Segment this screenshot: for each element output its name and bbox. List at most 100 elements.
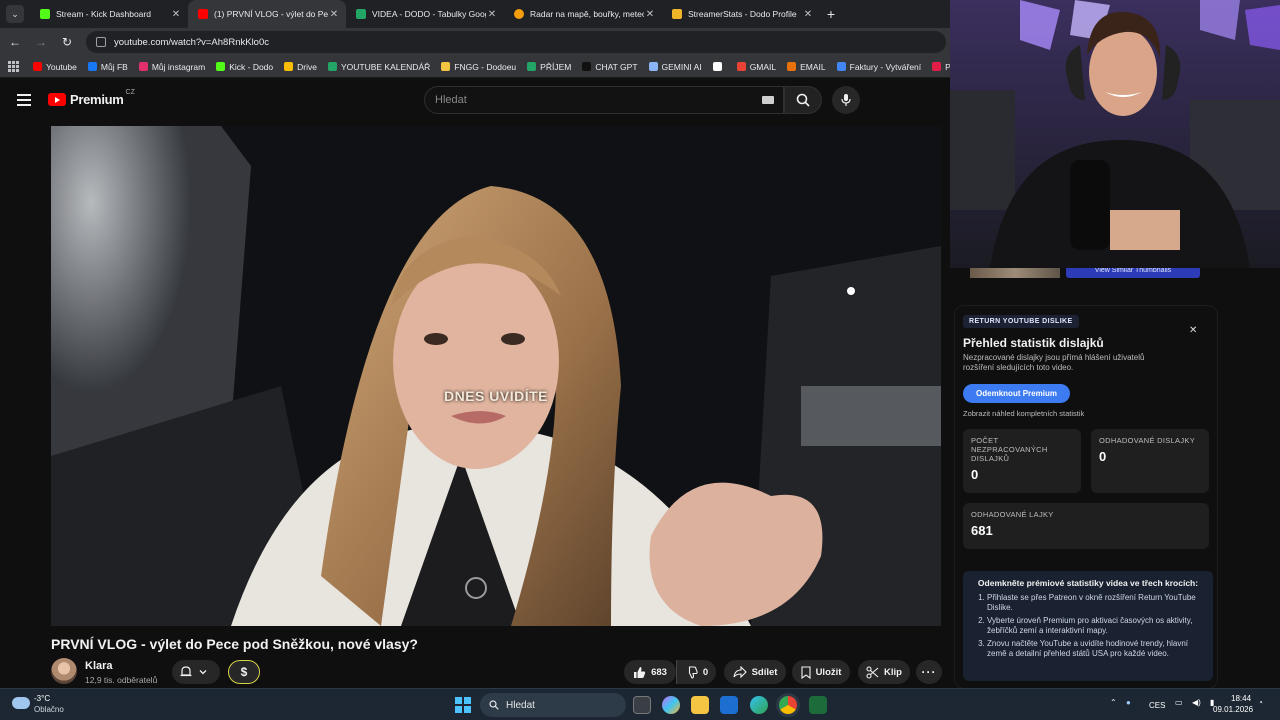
search-icon	[489, 700, 499, 710]
menu-icon[interactable]	[17, 94, 31, 109]
tab-videa-sheets[interactable]: VIDEA - DODO - Tabulky Goog ✕	[346, 0, 504, 28]
search-icon	[796, 93, 810, 107]
thumbnail-strip[interactable]	[970, 268, 1060, 278]
bookmark-item[interactable]: Faktury - Vytváření	[836, 62, 921, 72]
bookmark-label: YOUTUBE KALENDÁŘ	[340, 61, 431, 72]
taskbar-search-input[interactable]: Hledat	[480, 693, 626, 717]
close-icon[interactable]: ✕	[486, 9, 498, 20]
url-field[interactable]: youtube.com/watch?v=Ah8RnkKlo0c	[86, 31, 946, 53]
stat-label: POČET NEZPRACOVANÝCH DISLAJKŮ	[971, 436, 1048, 463]
copilot-icon[interactable]	[662, 696, 680, 714]
bookmark-label: CHAT GPT	[595, 61, 638, 72]
youtube-logo[interactable]: Premium CZ	[48, 89, 135, 107]
steps-heading: Odemkněte prémiové statistiky videa ve t…	[977, 578, 1199, 588]
microphone-icon	[841, 94, 851, 106]
unlock-premium-button[interactable]: Odemknout Premium	[963, 384, 1070, 403]
language-indicator[interactable]: CES	[1149, 701, 1165, 710]
like-button[interactable]: 683	[624, 660, 676, 684]
reload-icon[interactable]: ↻	[56, 35, 78, 49]
video-player[interactable]: DNES UVIDÍTE	[51, 126, 941, 626]
back-icon[interactable]: ←	[4, 35, 26, 49]
close-icon[interactable]: ✕	[170, 9, 182, 20]
notification-bell-button[interactable]	[172, 660, 220, 684]
search-input[interactable]: Hledat	[424, 86, 784, 114]
thumbs-up-icon	[634, 666, 646, 678]
windows-start-icon[interactable]	[455, 697, 471, 713]
bookmark-item[interactable]: GMAIL	[736, 61, 777, 72]
edge-icon[interactable]	[750, 696, 768, 714]
close-icon[interactable]: ✕	[802, 9, 814, 20]
volume-icon[interactable]: ◀)	[1192, 698, 1201, 707]
voice-search-button[interactable]	[832, 86, 860, 114]
channel-avatar[interactable]	[51, 658, 77, 684]
close-icon[interactable]: ✕	[644, 9, 656, 20]
email-icon	[787, 62, 797, 71]
save-button[interactable]: Uložit	[792, 660, 850, 684]
view-similar-thumbnails-button[interactable]: View Similar Thumbnails	[1066, 268, 1200, 278]
youtube-icon	[198, 9, 208, 19]
forward-icon[interactable]: →	[30, 35, 52, 49]
bookmark-label: GEMINI AI	[661, 61, 702, 72]
keyboard-icon[interactable]	[762, 96, 774, 104]
bookmark-item[interactable]: GEMINI AI	[648, 61, 702, 72]
chevron-up-icon[interactable]: ⌃	[1110, 698, 1117, 707]
site-info-icon[interactable]	[96, 37, 106, 47]
clock-date[interactable]: 09.01.2026	[1213, 705, 1253, 714]
bookmark-label: Youtube	[46, 61, 77, 72]
bookmark-item[interactable]: Můj instagram	[138, 62, 205, 72]
bookmark-item[interactable]: FNGG - Dodoeu	[441, 62, 516, 72]
notification-icon[interactable]: ◔	[1258, 698, 1263, 707]
stat-value: 681	[971, 523, 993, 538]
bookmark-label: EMAIL	[800, 61, 826, 72]
clock-time[interactable]: 18:44	[1231, 694, 1251, 703]
file-explorer-icon[interactable]	[691, 696, 709, 714]
more-icon: ···	[921, 665, 937, 679]
microphone-icon[interactable]: ●	[1126, 698, 1131, 707]
address-bar-row: ← → ↻ youtube.com/watch?v=Ah8RnkKlo0c	[0, 28, 950, 56]
radar-icon	[514, 9, 524, 19]
bookmark-item[interactable]: Drive	[284, 62, 317, 72]
network-icon[interactable]: ▭	[1175, 698, 1183, 707]
gmail-icon	[736, 62, 746, 71]
close-icon[interactable]: ✕	[328, 9, 340, 20]
bookmark-item[interactable]: CHAT GPT	[582, 61, 638, 72]
bookmark-item[interactable]: PŘÍJEM	[527, 62, 571, 72]
subscriber-count: 12,9 tis. odběratelů	[85, 675, 158, 685]
close-icon[interactable]: ✕	[1189, 325, 1197, 336]
tab-streamerstats[interactable]: StreamerStats - Dodo Profile ✕	[662, 0, 820, 28]
clip-button[interactable]: Klip	[858, 660, 910, 684]
estimated-dislikes-stat: ODHADOVANÉ DISLAJKY 0	[1091, 429, 1209, 493]
bookmark-item[interactable]: EMAIL	[787, 62, 826, 72]
webcam-overlay	[950, 0, 1280, 268]
bookmark-label: PŘÍJEM	[540, 61, 572, 72]
new-tab-icon[interactable]: +	[820, 6, 842, 22]
search-button[interactable]	[784, 86, 822, 114]
cloud-icon[interactable]	[12, 697, 30, 709]
chrome-icon[interactable]	[779, 696, 797, 714]
more-actions-button[interactable]: ···	[916, 660, 942, 684]
bookmark-item[interactable]: Můj FB	[87, 62, 128, 72]
donate-button[interactable]: $	[228, 660, 260, 684]
bookmark-item[interactable]: Kick - Dodo	[216, 62, 273, 72]
excel-icon[interactable]	[809, 696, 827, 714]
bookmark-item[interactable]	[712, 62, 726, 71]
tab-youtube-video[interactable]: (1) PRVNÍ VLOG - výlet do Pece ✕	[188, 0, 346, 28]
bookmark-list: Youtube Můj FB Můj instagram Kick - Dodo Dri…	[33, 62, 998, 72]
tab-radar[interactable]: Radar na mapě, bouřky, meteo ✕	[504, 0, 662, 28]
weather-temperature[interactable]: -3°C	[34, 694, 50, 703]
tab-kick-dashboard[interactable]: Stream - Kick Dashboard ✕	[30, 0, 188, 28]
apps-grid-icon[interactable]	[8, 60, 19, 73]
step-item: Vyberte úroveň Premium pro aktivaci časo…	[987, 616, 1203, 635]
dislike-button[interactable]: 0	[676, 660, 716, 684]
preview-stats-link[interactable]: Zobrazit náhled kompletních statistik	[963, 409, 1084, 418]
bookmark-item[interactable]: Youtube	[33, 62, 77, 72]
outlook-icon[interactable]	[720, 696, 738, 714]
bookmark-item[interactable]: YOUTUBE KALENDÁŘ	[327, 61, 431, 72]
task-view-icon[interactable]	[633, 696, 651, 714]
channel-name[interactable]: Klara	[85, 660, 113, 672]
share-button[interactable]: Sdílet	[724, 660, 786, 684]
weather-condition[interactable]: Oblačno	[34, 705, 64, 714]
bookmark-label: GMAIL	[749, 61, 777, 72]
youtube-page: Premium CZ Hledat DNES UVIDÍTE PRVNÍ VLO…	[0, 78, 950, 688]
tab-search-menu-icon[interactable]: ⌄	[6, 5, 24, 23]
